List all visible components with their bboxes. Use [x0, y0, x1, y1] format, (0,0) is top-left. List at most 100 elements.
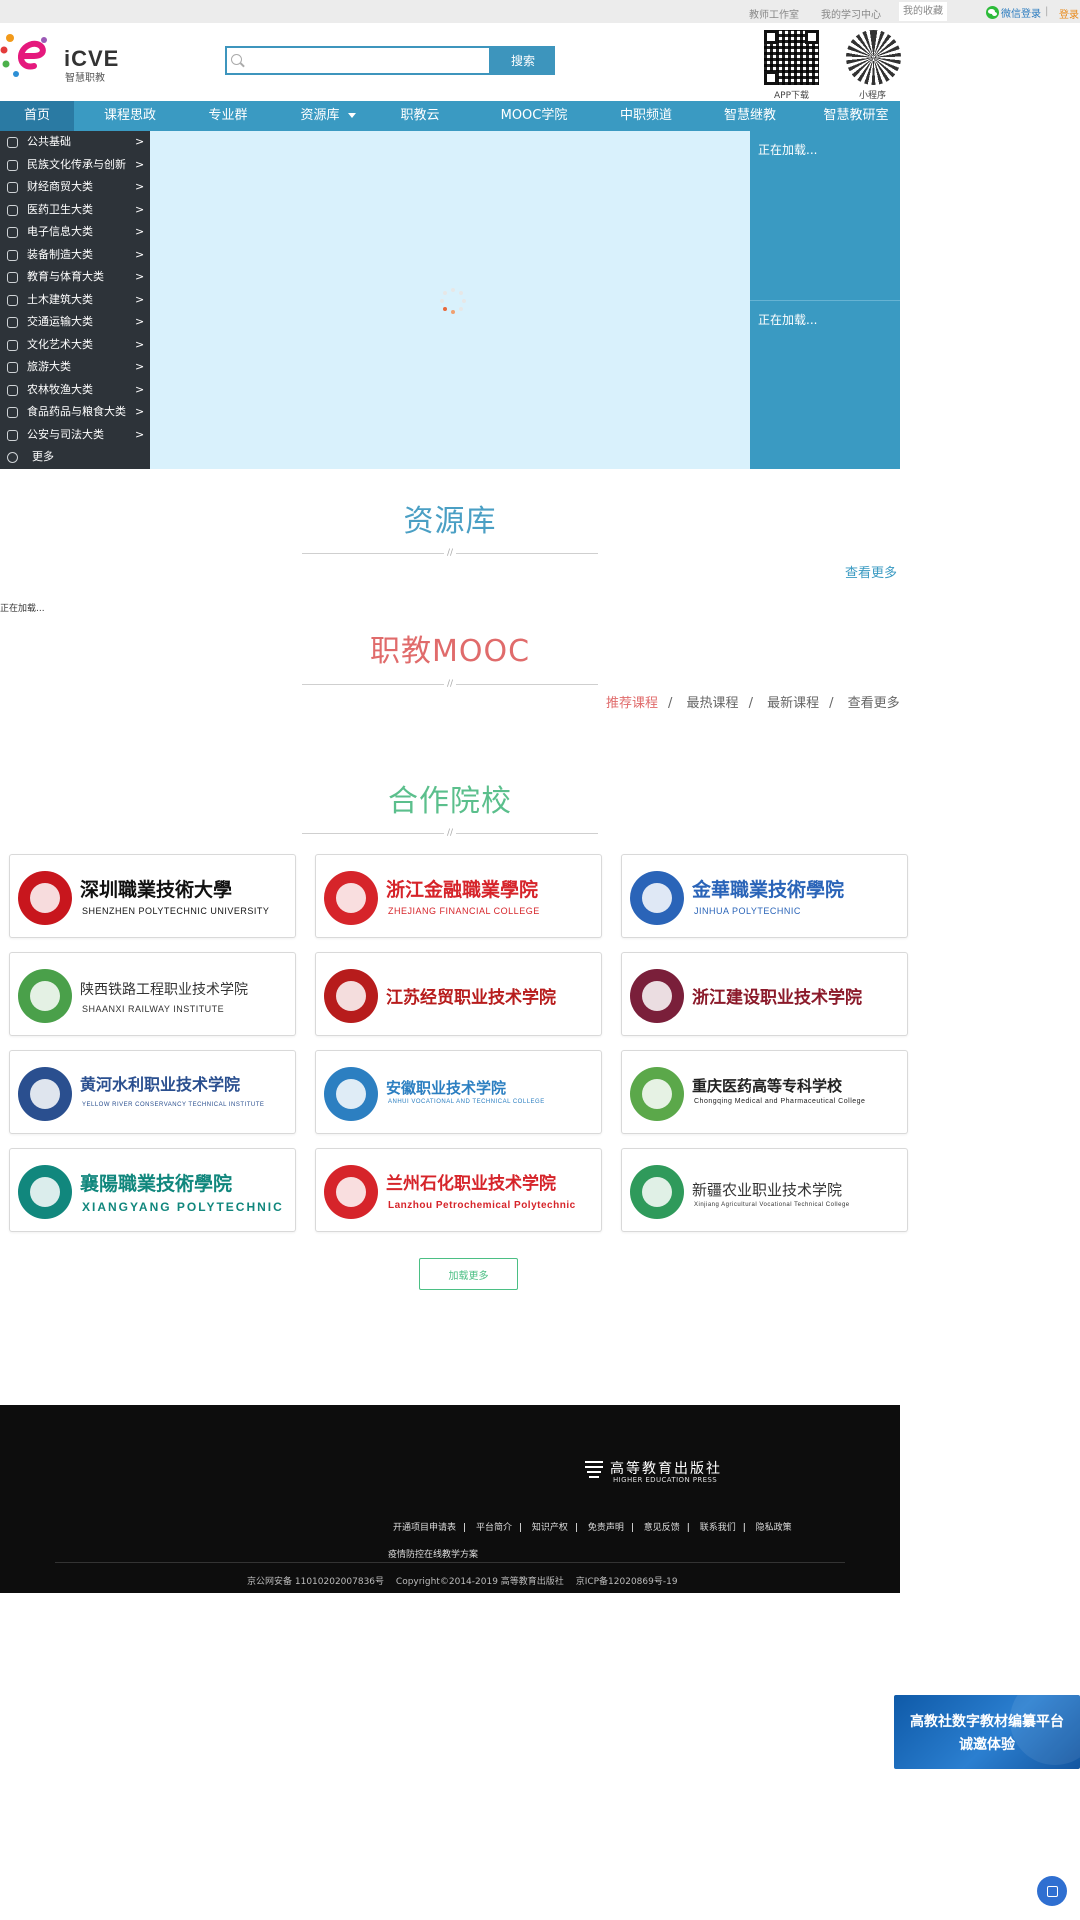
footer-link-apply[interactable]: 开通项目申请表: [393, 1523, 456, 1533]
footer-separator: |: [742, 1523, 746, 1533]
footer-link-feedback[interactable]: 意见反馈: [644, 1523, 680, 1533]
school-name: 金華職業技術學院: [692, 879, 845, 901]
school-emblem-icon: [18, 1165, 72, 1219]
category-item[interactable]: 文化艺术大类 >: [0, 334, 150, 357]
school-emblem-icon: [630, 871, 684, 925]
footer: [0, 1405, 900, 1593]
digital-textbook-banner[interactable]: 高教社数字教材编纂平台 诚邀体验: [894, 1695, 1080, 1769]
police-record[interactable]: 京公网安备 11010202007836号: [247, 1577, 384, 1587]
nav-resource-library[interactable]: 资源库: [286, 101, 370, 131]
school-card[interactable]: 陕西铁路工程职业技术学院 SHAANXI RAILWAY INSTITUTE: [9, 952, 296, 1036]
minus-circle-icon: [7, 452, 18, 463]
search-button[interactable]: 搜索: [491, 46, 555, 75]
teacher-studio-link[interactable]: 教师工作室: [749, 6, 799, 21]
tab-hottest[interactable]: 最热课程: [687, 696, 739, 711]
learning-center-link[interactable]: 我的学习中心: [821, 6, 881, 21]
category-item[interactable]: 农林牧渔大类 >: [0, 379, 150, 402]
school-card[interactable]: 浙江金融職業學院 ZHEJIANG FINANCIAL COLLEGE: [315, 854, 602, 938]
school-card[interactable]: 浙江建设职业技术学院: [621, 952, 908, 1036]
footer-link-privacy[interactable]: 隐私政策: [756, 1523, 792, 1533]
school-card[interactable]: 安徽职业技术学院 ANHUI VOCATIONAL AND TECHNICAL …: [315, 1050, 602, 1134]
school-card[interactable]: 金華職業技術學院 JINHUA POLYTECHNIC: [621, 854, 908, 938]
school-name: 安徽职业技术学院: [386, 1079, 507, 1097]
category-item[interactable]: 民族文化传承与创新 >: [0, 154, 150, 177]
footer-link-ip[interactable]: 知识产权: [532, 1523, 568, 1533]
footer-link-about[interactable]: 平台简介: [476, 1523, 512, 1533]
nav-continuing-education[interactable]: 智慧继教: [710, 101, 790, 131]
nav-major-group[interactable]: 专业群: [190, 101, 266, 131]
school-emblem-icon: [18, 871, 72, 925]
category-more[interactable]: 更多: [0, 446, 150, 469]
resource-loading-text: 正在加载...: [0, 604, 45, 614]
category-item[interactable]: 医药卫生大类 >: [0, 199, 150, 222]
loading-spinner-icon: [440, 288, 466, 314]
school-emblem-icon: [18, 969, 72, 1023]
category-item[interactable]: 装备制造大类 >: [0, 244, 150, 267]
icp-record[interactable]: 京ICP备12020869号-19: [576, 1577, 678, 1587]
chevron-right-icon: >: [135, 382, 145, 396]
nav-mooc-college[interactable]: MOOC学院: [486, 101, 582, 131]
category-icon: [7, 384, 18, 396]
category-item[interactable]: 土木建筑大类 >: [0, 289, 150, 312]
category-label: 教育与体育大类: [27, 270, 104, 283]
nav-course-ideology[interactable]: 课程思政: [90, 101, 170, 131]
category-item[interactable]: 食品药品与粮食大类 >: [0, 401, 150, 424]
float-banner-line2: 诚邀体验: [959, 1737, 1015, 1753]
school-emblem-icon: [630, 1165, 684, 1219]
chat-service-button[interactable]: [1037, 1876, 1067, 1906]
category-item[interactable]: 交通运输大类 >: [0, 311, 150, 334]
category-item[interactable]: 旅游大类 >: [0, 356, 150, 379]
nav-resource-label: 资源库: [300, 108, 340, 123]
resource-view-more-link[interactable]: 查看更多: [845, 562, 897, 581]
tab-separator: /: [829, 696, 834, 711]
footer-separator: |: [518, 1523, 522, 1533]
press-logo-icon: [585, 1461, 603, 1478]
app-download-qr[interactable]: [764, 30, 819, 85]
category-item[interactable]: 公安与司法大类 >: [0, 424, 150, 447]
mooc-view-more-link[interactable]: 查看更多: [848, 696, 900, 711]
favorites-link[interactable]: 我的收藏: [899, 2, 947, 21]
tab-recommended[interactable]: 推荐课程: [606, 696, 658, 711]
school-card[interactable]: 襄陽職業技術學院 XIANGYANG POLYTECHNIC: [9, 1148, 296, 1232]
tab-newest[interactable]: 最新课程: [767, 696, 819, 711]
footer-link-contact[interactable]: 联系我们: [700, 1523, 736, 1533]
nav-teaching-research[interactable]: 智慧教研室: [812, 101, 900, 131]
category-icon: [7, 204, 18, 216]
mini-program-qr[interactable]: [846, 30, 901, 85]
nav-secondary-channel[interactable]: 中职频道: [606, 101, 686, 131]
category-icon: [7, 137, 18, 148]
footer-link-disclaimer[interactable]: 免责声明: [588, 1523, 624, 1533]
school-card[interactable]: 黄河水利职业技术学院 YELLOW RIVER CONSERVANCY TECH…: [9, 1050, 296, 1134]
search-icon: [231, 54, 242, 65]
load-more-button[interactable]: 加载更多: [419, 1258, 518, 1290]
school-card[interactable]: 重庆医药高等专科学校 Chongqing Medical and Pharmac…: [621, 1050, 908, 1134]
category-icon: [7, 227, 18, 238]
school-name: 浙江建设职业技术学院: [692, 988, 862, 1008]
school-card[interactable]: 深圳職業技術大學 SHENZHEN POLYTECHNIC UNIVERSITY: [9, 854, 296, 938]
category-item[interactable]: 财经商贸大类 >: [0, 176, 150, 199]
float-banner-line1: 高教社数字教材编纂平台: [910, 1714, 1064, 1730]
login-link[interactable]: 登录: [1059, 6, 1079, 21]
footer-link-epidemic-plan[interactable]: 疫情防控在线教学方案: [388, 1547, 478, 1560]
category-item[interactable]: 公共基础 >: [0, 131, 150, 154]
chevron-right-icon: >: [135, 202, 145, 216]
school-name: 陕西铁路工程职业技术学院: [80, 982, 248, 998]
wechat-login-button[interactable]: 微信登录: [986, 5, 1041, 20]
nav-vocational-cloud[interactable]: 职教云: [382, 101, 458, 131]
search-input[interactable]: [225, 46, 491, 75]
category-label: 交通运输大类: [27, 315, 93, 328]
school-card[interactable]: 兰州石化职业技术学院 Lanzhou Petrochemical Polytec…: [315, 1148, 602, 1232]
school-name: 新疆农业职业技术学院: [692, 1181, 843, 1199]
nav-home[interactable]: 首页: [0, 101, 74, 131]
school-card[interactable]: 江苏经贸职业技术学院: [315, 952, 602, 1036]
category-icon: [7, 317, 18, 328]
category-item[interactable]: 电子信息大类 >: [0, 221, 150, 244]
school-name: 浙江金融職業學院: [386, 879, 539, 901]
mini-program-label: 小程序: [859, 91, 887, 101]
mooc-tabs: 推荐课程 / 最热课程 / 最新课程 / 查看更多: [606, 692, 910, 711]
divider-mark: //: [444, 829, 456, 838]
school-emblem-icon: [324, 871, 378, 925]
school-card[interactable]: 新疆农业职业技术学院 Xinjiang Agricultural Vocatio…: [621, 1148, 908, 1232]
chevron-down-icon: [347, 113, 356, 118]
category-item[interactable]: 教育与体育大类 >: [0, 266, 150, 289]
